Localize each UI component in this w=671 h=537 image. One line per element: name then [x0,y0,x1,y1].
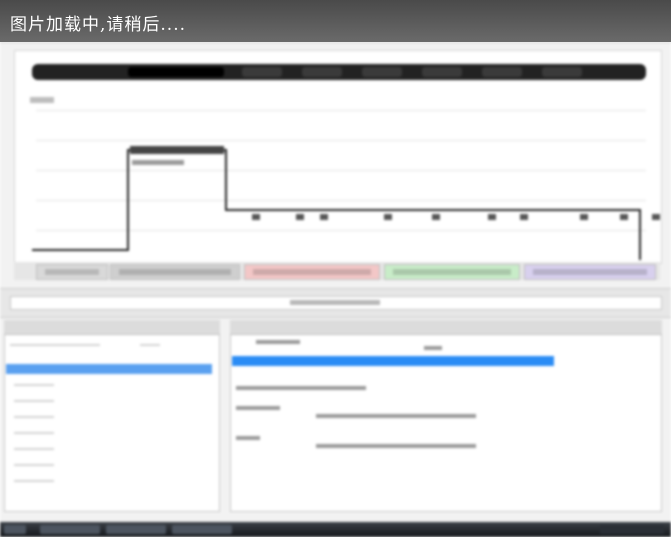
details-row-text [236,406,280,410]
tree-pane-header[interactable] [4,320,220,335]
taskbar-app-icon[interactable] [172,525,232,534]
series-marker [296,214,304,220]
tree-item[interactable] [14,384,54,386]
toolbar-segment[interactable] [302,67,342,77]
details-row-text [316,444,476,448]
tree-item[interactable] [10,344,100,346]
details-row-text [236,436,260,440]
os-taskbar [0,522,671,537]
details-row-text [236,386,366,390]
toolbar-selected-range[interactable] [128,67,224,77]
system-tray-icon[interactable] [600,525,664,534]
toolbar-segment[interactable] [542,67,582,77]
loading-banner: 图片加载中,请稍后.... [0,0,671,42]
series-label-box [132,160,184,165]
tree-item[interactable] [14,480,54,482]
series-marker [252,214,260,220]
series-marker [320,214,328,220]
series-marker [488,214,496,220]
lane-tab[interactable] [384,264,520,280]
details-column-header [256,340,300,344]
taskbar-app-icon[interactable] [106,525,166,534]
tree-item[interactable] [14,448,54,450]
details-pane-header[interactable] [230,320,662,335]
toolbar-segment[interactable] [242,67,282,77]
details-row-selected[interactable] [232,356,554,366]
tree-item[interactable] [14,432,54,434]
start-icon[interactable] [4,525,26,534]
screenshot-canvas [0,0,671,537]
series-marker [580,214,588,220]
lane-tab[interactable] [110,264,240,280]
tree-item[interactable] [14,464,54,466]
toolbar-segment[interactable] [422,67,462,77]
series-marker [432,214,440,220]
series-marker [384,214,392,220]
taskbar-app-icon[interactable] [40,525,100,534]
series-line [32,149,641,260]
toolbar-segment[interactable] [482,67,522,77]
tree-item[interactable] [140,344,160,346]
lane-tab[interactable] [244,264,380,280]
series-highlight-box [130,146,224,154]
tree-item[interactable] [14,416,54,418]
tree-item[interactable] [14,400,54,402]
series-marker [652,214,660,220]
lane-tab[interactable] [524,264,656,280]
details-row-text [316,414,476,418]
chart-toolbar[interactable] [32,64,646,80]
timeline-plot [32,146,660,260]
tree-item-selected[interactable] [6,364,212,374]
lane-tab[interactable] [36,264,108,280]
details-column-header [424,346,442,350]
series-marker [520,214,528,220]
toolbar-segment[interactable] [362,67,402,77]
filter-field-text [290,300,380,305]
series-marker [620,214,628,220]
loading-banner-text: 图片加载中,请稍后.... [10,15,187,35]
